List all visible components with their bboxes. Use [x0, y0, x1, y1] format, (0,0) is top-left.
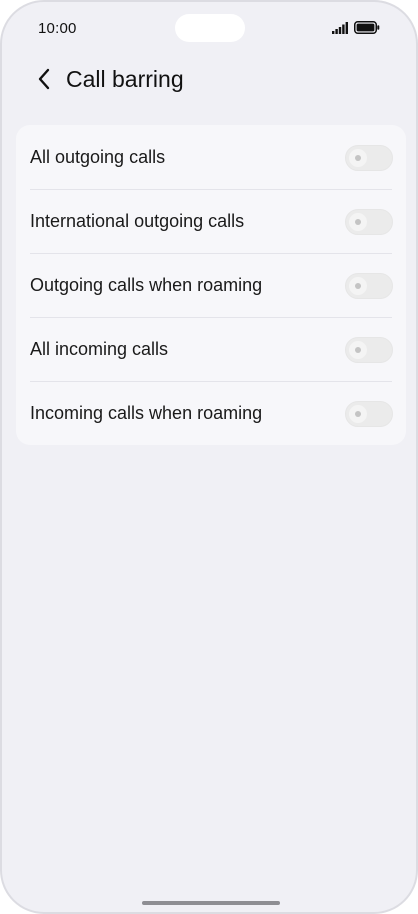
signal-icon	[332, 21, 348, 39]
outgoing-calls-roaming-toggle[interactable]	[345, 273, 393, 299]
home-indicator[interactable]	[142, 901, 280, 905]
setting-row-international-outgoing-calls[interactable]: International outgoing calls	[16, 189, 406, 253]
setting-row-all-incoming-calls[interactable]: All incoming calls	[16, 317, 406, 381]
page-title: Call barring	[66, 66, 184, 92]
toggle-knob	[349, 149, 367, 167]
setting-row-all-outgoing-calls[interactable]: All outgoing calls	[16, 125, 406, 189]
incoming-calls-roaming-toggle[interactable]	[345, 401, 393, 427]
battery-icon	[354, 21, 380, 39]
status-time: 10:00	[38, 20, 77, 37]
app-header: Call barring	[2, 58, 416, 104]
camera-notch	[175, 14, 245, 42]
toggle-knob	[349, 277, 367, 295]
setting-row-incoming-calls-roaming[interactable]: Incoming calls when roaming	[16, 381, 406, 445]
setting-label: International outgoing calls	[30, 210, 245, 231]
chevron-left-icon	[37, 68, 51, 95]
back-button[interactable]	[30, 67, 58, 95]
toggle-knob	[349, 213, 367, 231]
setting-label: All incoming calls	[30, 338, 169, 359]
setting-row-outgoing-calls-roaming[interactable]: Outgoing calls when roaming	[16, 253, 406, 317]
toggle-knob	[349, 341, 367, 359]
setting-label: Outgoing calls when roaming	[30, 274, 263, 295]
toggle-knob	[349, 405, 367, 423]
phone-screen: 10:00 Call barring All outgoing calls In…	[0, 0, 418, 914]
status-bar: 10:00	[2, 2, 416, 54]
call-barring-settings-list: All outgoing calls International outgoin…	[16, 125, 406, 445]
status-icons	[332, 21, 380, 39]
setting-label: Incoming calls when roaming	[30, 402, 263, 423]
setting-label: All outgoing calls	[30, 146, 166, 167]
all-outgoing-calls-toggle[interactable]	[345, 145, 393, 171]
all-incoming-calls-toggle[interactable]	[345, 337, 393, 363]
international-outgoing-calls-toggle[interactable]	[345, 209, 393, 235]
